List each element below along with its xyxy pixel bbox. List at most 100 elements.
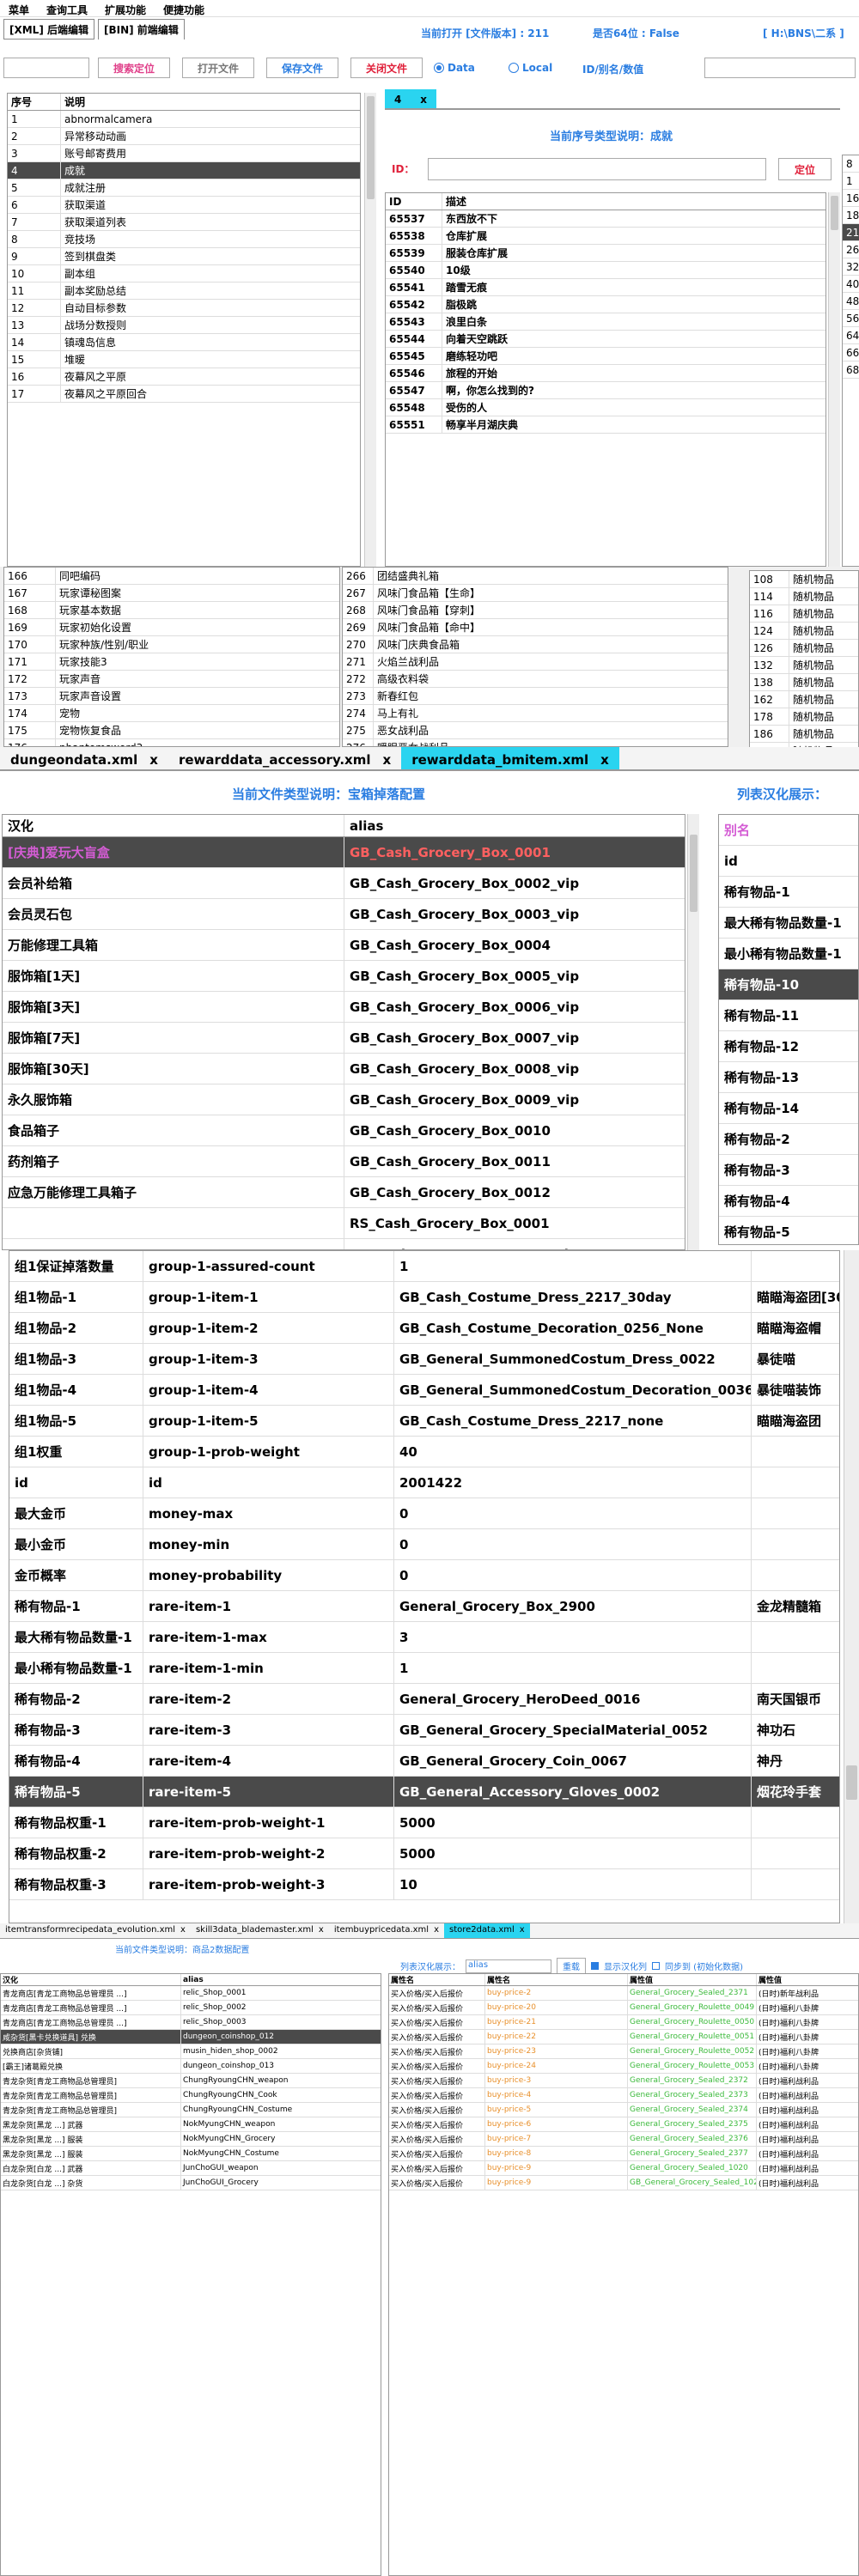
table-row[interactable]: 16: [843, 190, 859, 207]
table-row[interactable]: 175 宠物恢复食品: [4, 722, 339, 739]
table-row[interactable]: 买入价格/买入后报价 buy-price-22 General_Grocery_Ro…: [389, 2030, 858, 2044]
table-row[interactable]: 组1权重 group-1-prob-weight 40: [9, 1437, 839, 1467]
table-row[interactable]: 永久服饰箱 GB_Cash_Grocery_Box_0009_vip: [3, 1084, 685, 1115]
table-row[interactable]: 65547 啊，你怎么找到的?: [386, 382, 825, 399]
table-row[interactable]: 178 随机物品: [750, 708, 858, 726]
table-row[interactable]: [霸王]诸葛殿兑换 dungeon_coinshop_013: [1, 2059, 381, 2074]
table-row[interactable]: 稀有物品权重-1 rare-item-prob-weight-1 5000: [9, 1807, 839, 1838]
table-row[interactable]: 8: [843, 155, 859, 173]
table-row[interactable]: 162 随机物品: [750, 691, 858, 708]
table-row[interactable]: [庆典]爱玩大盲盒 GB_Cash_Grocery_Box_0001: [3, 837, 685, 868]
close-file-button[interactable]: 关闭文件: [350, 58, 423, 78]
save-file-button[interactable]: 保存文件: [266, 58, 338, 78]
table-row[interactable]: 青龙商店[青龙工商物品总管理员 ...] relic_Shop_0003: [1, 2015, 381, 2030]
table-row[interactable]: 咸杂货[黑卡兑换道具] 兑换 dungeon_coinshop_012: [1, 2030, 381, 2044]
table-row[interactable]: 最小稀有物品数量-1: [719, 939, 858, 969]
achievement-scrollbar[interactable]: [828, 192, 840, 567]
table-row[interactable]: 276暖眼恶女战利品: [343, 739, 728, 746]
table-row[interactable]: 17 夜幕风之平原回合: [8, 386, 360, 403]
table-row[interactable]: 最大稀有物品数量-1 rare-item-1-max 3: [9, 1622, 839, 1653]
table-row[interactable]: 18: [843, 207, 859, 224]
tab-itemtransform[interactable]: itemtransformrecipedata_evolution.xml x: [0, 1923, 191, 1938]
type-list-scrollbar[interactable]: [364, 93, 376, 567]
table-row[interactable]: 万能修理工具箱 GB_Cash_Grocery_Box_0004: [3, 930, 685, 961]
table-row[interactable]: 172 玩家声音: [4, 671, 339, 688]
table-row[interactable]: 167 玩家谭秘图案: [4, 585, 339, 602]
table-row[interactable]: 272 高级衣料袋: [343, 671, 728, 688]
table-row[interactable]: 170 玩家种族/性别/职业: [4, 636, 339, 653]
table-row[interactable]: 稀有物品-5 rare-item-5 GB_General_Accessory_Gl…: [9, 1777, 839, 1807]
table-row[interactable]: RS_Cash_Grocery_Box_0002_vip: [3, 1239, 685, 1249]
table-row[interactable]: 稀有物品-13: [719, 1062, 858, 1093]
id-input[interactable]: [428, 158, 766, 180]
table-row[interactable]: 黑龙杂货[黑龙 ...] 服装 NokMyungCHN_Costume: [1, 2147, 381, 2161]
table-row[interactable]: 买入价格/买入后报价 buy-price-21 General_Grocery_Ro…: [389, 2015, 858, 2030]
tab-skill3data[interactable]: skill3data_blademaster.xml x: [191, 1923, 329, 1938]
table-row[interactable]: 稀有物品-1: [719, 877, 858, 908]
menu-main[interactable]: 菜单: [0, 0, 38, 16]
table-row[interactable]: 40: [843, 276, 859, 293]
table-row[interactable]: 稀有物品-12: [719, 1031, 858, 1062]
table-row[interactable]: 186 随机物品: [750, 726, 858, 743]
table-row[interactable]: 组1物品-4 group-1-item-4 GB_General_SummonedC…: [9, 1375, 839, 1406]
table-row[interactable]: 最大金币 money-max 0: [9, 1498, 839, 1529]
table-row[interactable]: 65538 仓库扩展: [386, 228, 825, 245]
table-row[interactable]: 稀有物品-2 rare-item-2 General_Grocery_HeroDee…: [9, 1684, 839, 1715]
table-row[interactable]: 青龙商店[青龙工商物品总管理员 ...] relic_Shop_0002: [1, 2001, 381, 2015]
tab-close-icon[interactable]: x: [420, 94, 427, 106]
table-row[interactable]: 5 成就注册: [8, 179, 360, 197]
tab-bin-frontend[interactable]: [BIN] 前端编辑: [98, 19, 185, 39]
table-row[interactable]: 会员灵石包 GB_Cash_Grocery_Box_0003_vip: [3, 899, 685, 930]
table-row[interactable]: 132 随机物品: [750, 657, 858, 674]
table-row[interactable]: 稀有物品-1 rare-item-1 General_Grocery_Box_290…: [9, 1591, 839, 1622]
table-row[interactable]: 买入价格/买入后报价 buy-price-9 GB_General_Grocery_…: [389, 2176, 858, 2190]
table-row[interactable]: 稀有物品-14: [719, 1093, 858, 1124]
table-row[interactable]: 4 成就: [8, 162, 360, 179]
table-row[interactable]: 青龙杂货[青龙工商物品总管理员] ChungRyoungCHN_weapon: [1, 2074, 381, 2088]
tab-xml-backend[interactable]: [XML] 后端编辑: [3, 19, 94, 39]
table-row[interactable]: 最大稀有物品数量-1: [719, 908, 858, 939]
table-row[interactable]: 稀有物品权重-2 rare-item-prob-weight-2 5000: [9, 1838, 839, 1869]
tab-rewarddata-bmitem[interactable]: rewarddata_bmitem.xml x: [401, 747, 619, 769]
table-row[interactable]: 168 玩家基本数据: [4, 602, 339, 619]
alias-select[interactable]: alias: [466, 1959, 551, 1973]
table-row[interactable]: 白龙杂货[白龙 ...] 武器 JunChoGUI_weapon: [1, 2161, 381, 2176]
tab-close-icon[interactable]: x: [149, 752, 158, 768]
table-row[interactable]: 白龙杂货[白龙 ...] 杂货 JunChoGUI_Grocery: [1, 2176, 381, 2190]
table-row[interactable]: 124 随机物品: [750, 623, 858, 640]
table-row[interactable]: 65543 浪里白条: [386, 313, 825, 331]
table-row[interactable]: 买入价格/买入后报价 buy-price-9 General_Grocery_Sea…: [389, 2161, 858, 2176]
table-row[interactable]: 稀有物品-5: [719, 1217, 858, 1244]
table-row[interactable]: 269 风味门食品箱【命中】: [343, 619, 728, 636]
table-row[interactable]: 65540 10级: [386, 262, 825, 279]
table-row[interactable]: 稀有物品-4: [719, 1186, 858, 1217]
checkbox-unchecked-icon[interactable]: [652, 1962, 660, 1970]
detail-scrollbar[interactable]: [844, 1250, 859, 1923]
table-row[interactable]: 32: [843, 258, 859, 276]
table-row[interactable]: 48: [843, 293, 859, 310]
table-row[interactable]: 138 随机物品: [750, 674, 858, 691]
table-row[interactable]: 买入价格/买入后报价 buy-price-3 General_Grocery_Sea…: [389, 2074, 858, 2088]
table-row[interactable]: 126 随机物品: [750, 640, 858, 657]
tab-close-icon[interactable]: x: [600, 752, 609, 768]
id-alias-input[interactable]: [704, 58, 856, 78]
table-row[interactable]: 26: [843, 241, 859, 258]
table-row[interactable]: 买入价格/买入后报价 buy-price-2 General_Grocery_Sea…: [389, 1986, 858, 2001]
table-row[interactable]: 174 宠物: [4, 705, 339, 722]
table-row[interactable]: RS_Cash_Grocery_Box_0001: [3, 1208, 685, 1239]
table-row[interactable]: 68: [843, 361, 859, 379]
table-row[interactable]: id id 2001422: [9, 1467, 839, 1498]
table-row[interactable]: 169 玩家初始化设置: [4, 619, 339, 636]
table-row[interactable]: 服饰箱[3天] GB_Cash_Grocery_Box_0006_vip: [3, 992, 685, 1023]
tab-dungeondata[interactable]: dungeondata.xml x: [0, 747, 168, 769]
menu-query-tools[interactable]: 查询工具: [38, 0, 96, 16]
table-row[interactable]: 273 新春红包: [343, 688, 728, 705]
table-row[interactable]: 服饰箱[7天] GB_Cash_Grocery_Box_0007_vip: [3, 1023, 685, 1054]
table-row[interactable]: 274 马上有礼: [343, 705, 728, 722]
table-row[interactable]: id: [719, 846, 858, 877]
table-row[interactable]: 108 随机物品: [750, 571, 858, 588]
table-row[interactable]: 会员补给箱 GB_Cash_Grocery_Box_0002_vip: [3, 868, 685, 899]
table-row[interactable]: 应急万能修理工具箱子 GB_Cash_Grocery_Box_0012: [3, 1177, 685, 1208]
table-row[interactable]: 买入价格/买入后报价 buy-price-8 General_Grocery_Sea…: [389, 2147, 858, 2161]
table-row[interactable]: 兑换商店[杂货铺] musin_hiden_shop_0002: [1, 2044, 381, 2059]
